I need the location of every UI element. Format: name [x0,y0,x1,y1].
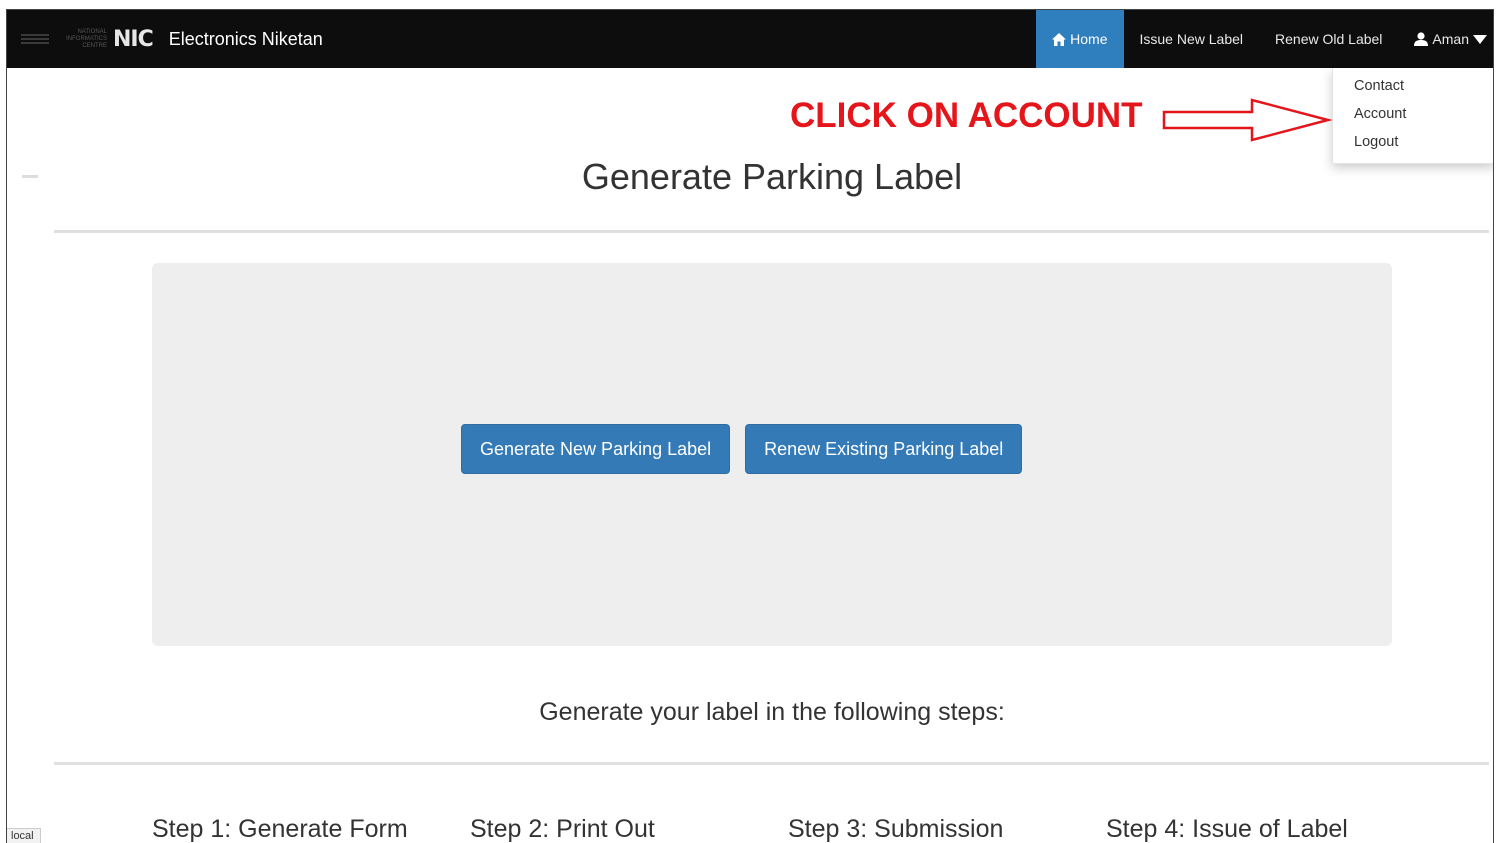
nav-issue-new-label[interactable]: Issue New Label [1124,10,1260,68]
annotation-text: CLICK ON ACCOUNT [790,96,1143,135]
step-1: Step 1: Generate Form [152,815,408,843]
user-dropdown-menu: Contact Account Logout [1332,68,1493,164]
emblem-icon [21,28,49,50]
action-buttons: Generate New Parking Label Renew Existin… [461,424,1023,474]
generate-new-label-button[interactable]: Generate New Parking Label [461,424,731,474]
brand-title[interactable]: Electronics Niketan [169,29,323,50]
user-icon [1414,32,1429,46]
page-title: Generate Parking Label [581,156,963,197]
divider-bottom [54,762,1489,765]
steps-heading: Generate your label in the following ste… [539,698,1005,726]
org-name-small: NATIONAL INFORMATICS CENTRE [55,29,107,50]
org-line-3: CENTRE [82,42,107,49]
caret-down-icon [1473,34,1487,44]
nav-renew-old-label[interactable]: Renew Old Label [1259,10,1398,68]
nic-logo: NIC [113,26,154,52]
nav-links: Home Issue New Label Renew Old Label Ama… [1036,10,1493,68]
action-panel: Generate New Parking Label Renew Existin… [152,263,1392,646]
steps-list: Step 1: Generate Form Step 2: Print Out … [152,815,1424,843]
dropdown-item-contact[interactable]: Contact [1333,76,1493,104]
org-line-1: NATIONAL [77,28,107,35]
step-4: Step 4: Issue of Label [1106,815,1348,843]
step-2: Step 2: Print Out [470,815,655,843]
annotation-arrow-icon [1162,98,1332,142]
browser-frame: NATIONAL INFORMATICS CENTRE NIC Electron… [6,9,1494,843]
local-status-badge: local [7,828,41,843]
nav-home-label: Home [1070,31,1108,47]
dropdown-item-account[interactable]: Account [1333,104,1493,132]
org-line-2: INFORMATICS [66,35,107,42]
brand[interactable]: NATIONAL INFORMATICS CENTRE NIC Electron… [21,10,323,68]
user-menu-toggle[interactable]: Aman [1398,10,1493,68]
step-3: Step 3: Submission [788,815,1004,843]
top-navbar: NATIONAL INFORMATICS CENTRE NIC Electron… [7,10,1493,68]
home-icon [1052,32,1067,46]
renew-existing-label-button[interactable]: Renew Existing Parking Label [745,424,1023,474]
user-name: Aman [1432,31,1469,47]
nav-home[interactable]: Home [1036,10,1124,68]
divider-top [54,230,1489,233]
